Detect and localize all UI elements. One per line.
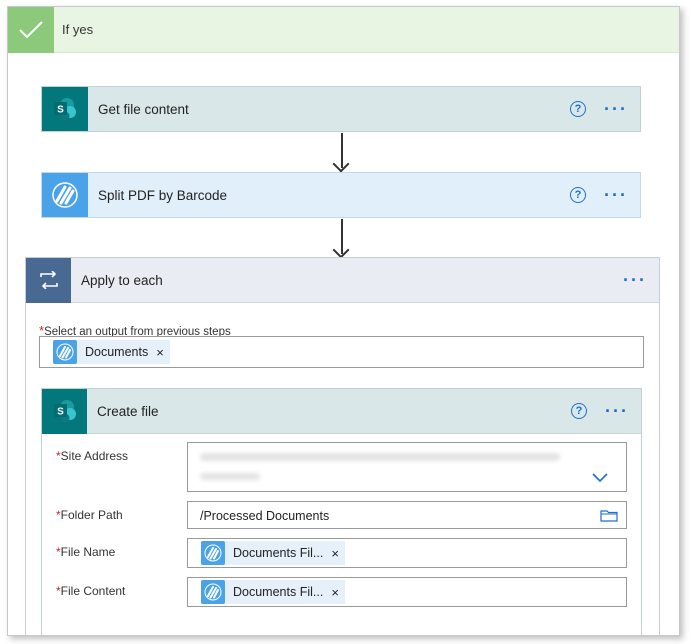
create-file-title: Create file — [97, 403, 159, 419]
loop-icon — [26, 257, 71, 303]
create-file-card: S Create file ? ··· *Site Address *Folde… — [41, 388, 642, 635]
if-yes-header[interactable]: If yes — [8, 7, 679, 53]
remove-token-icon[interactable]: × — [331, 585, 339, 600]
blurred-site-address — [200, 473, 260, 480]
documents-filename-token[interactable]: Documents Fil... × — [201, 541, 345, 565]
flow-arrow — [341, 219, 343, 254]
apply-to-each-title: Apply to each — [81, 272, 163, 288]
apply-to-each-header[interactable]: Apply to each ··· — [26, 257, 659, 303]
file-content-input[interactable]: Documents Fil... × — [187, 577, 627, 607]
blurred-site-address — [200, 453, 560, 461]
flow-canvas: If yes S Get file content ? ··· Split PD… — [7, 6, 680, 636]
split-pdf-card[interactable]: Split PDF by Barcode ? ··· — [41, 172, 641, 218]
site-address-label: *Site Address — [56, 449, 129, 463]
file-name-input[interactable]: Documents Fil... × — [187, 538, 627, 568]
folder-path-value: /Processed Documents — [200, 509, 330, 523]
get-file-content-card[interactable]: S Get file content ? ··· — [41, 86, 641, 132]
more-options-icon[interactable]: ··· — [605, 402, 629, 420]
folder-path-label: *Folder Path — [56, 508, 123, 522]
sharepoint-icon: S — [42, 87, 88, 131]
file-content-label: *File Content — [56, 584, 126, 598]
split-pdf-icon — [42, 173, 88, 217]
folder-path-input[interactable]: /Processed Documents — [187, 501, 627, 529]
more-options-icon[interactable]: ··· — [604, 186, 628, 204]
sharepoint-icon: S — [42, 388, 87, 434]
split-pdf-icon — [53, 340, 77, 364]
apply-to-each-scope: Apply to each ··· *Select an output from… — [25, 257, 660, 635]
chevron-down-icon[interactable] — [592, 473, 608, 483]
output-input[interactable]: Documents × — [39, 336, 644, 368]
help-icon[interactable]: ? — [570, 101, 587, 117]
help-icon[interactable]: ? — [571, 403, 588, 419]
svg-text:S: S — [57, 407, 64, 418]
remove-token-icon[interactable]: × — [331, 546, 339, 561]
more-options-icon[interactable]: ··· — [623, 271, 647, 289]
create-file-header[interactable]: S Create file ? ··· — [42, 388, 641, 434]
documents-filecontent-token[interactable]: Documents Fil... × — [201, 580, 345, 604]
svg-text:S: S — [57, 105, 64, 116]
file-name-label: *File Name — [56, 545, 116, 559]
checkmark-icon — [8, 7, 54, 53]
help-icon[interactable]: ? — [570, 187, 587, 203]
more-options-icon[interactable]: ··· — [604, 100, 628, 118]
split-pdf-title: Split PDF by Barcode — [98, 187, 228, 203]
get-file-content-title: Get file content — [98, 101, 189, 117]
split-pdf-icon — [201, 541, 225, 565]
site-address-dropdown[interactable] — [187, 442, 627, 492]
flow-arrow — [341, 133, 343, 168]
documents-token[interactable]: Documents × — [53, 340, 170, 364]
folder-icon[interactable] — [600, 509, 618, 522]
remove-token-icon[interactable]: × — [156, 345, 164, 360]
split-pdf-icon — [201, 580, 225, 604]
if-yes-title: If yes — [62, 22, 94, 37]
